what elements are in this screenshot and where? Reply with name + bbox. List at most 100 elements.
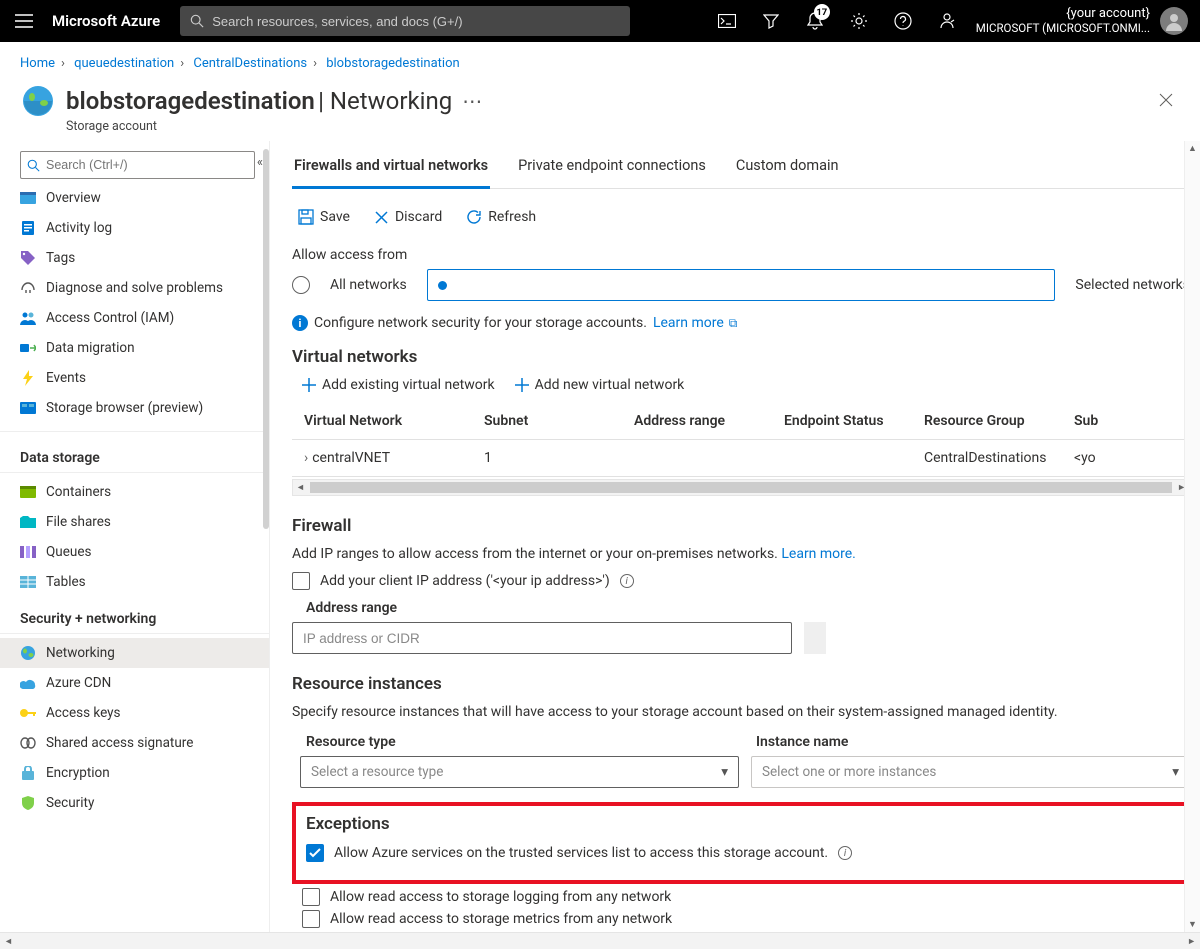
exception-trusted-row: Allow Azure services on the trusted serv… [306, 844, 1176, 862]
sidebar-item-azure-cdn[interactable]: Azure CDN [0, 668, 269, 698]
exception-logging-checkbox[interactable] [302, 888, 320, 906]
instance-name-col: Instance name [756, 734, 1190, 750]
sidebar-item-storage-browser[interactable]: Storage browser (preview) [0, 393, 269, 423]
firewall-learn-more[interactable]: Learn more. [781, 546, 856, 562]
table-horizontal-scrollbar[interactable]: ◄► [292, 479, 1190, 496]
sidebar-item-tags[interactable]: Tags [0, 243, 269, 273]
info-icon[interactable]: i [620, 574, 634, 588]
sidebar-item-diagnose[interactable]: Diagnose and solve problems [0, 273, 269, 303]
global-search-input[interactable] [212, 14, 620, 29]
notifications-icon[interactable]: 17 [794, 0, 836, 42]
tab-private-endpoint[interactable]: Private endpoint connections [516, 147, 708, 188]
console-icon[interactable] [706, 0, 748, 42]
sidebar-item-containers[interactable]: Containers [0, 477, 269, 507]
refresh-button[interactable]: Refresh [460, 205, 542, 229]
tab-firewalls[interactable]: Firewalls and virtual networks [292, 147, 490, 189]
title-row: blobstoragedestination | Networking ⋯ [0, 77, 1200, 121]
exception-metrics-row: Allow read access to storage metrics fro… [302, 910, 1190, 928]
hamburger-icon[interactable] [12, 14, 36, 28]
sidebar-item-access-control[interactable]: Access Control (IAM) [0, 303, 269, 333]
add-existing-vnet[interactable]: Add existing virtual network [302, 377, 495, 393]
table-row[interactable]: ›centralVNET 1 CentralDestinations <yo [292, 440, 1190, 477]
radio-selected-networks[interactable] [427, 269, 1056, 301]
add-client-ip-checkbox[interactable] [292, 572, 310, 590]
chevron-right-icon[interactable]: › [304, 450, 308, 466]
resource-instances-header: Resource instances [292, 674, 1190, 694]
sidebar-item-activity-log[interactable]: Activity log [0, 213, 269, 243]
search-icon [190, 14, 204, 28]
breadcrumb-item[interactable]: queuedestination [74, 56, 174, 71]
sidebar-item-events[interactable]: Events [0, 363, 269, 393]
instance-name-select[interactable]: Select one or more instances▾ [751, 756, 1190, 788]
exception-metrics-label: Allow read access to storage metrics fro… [330, 911, 672, 927]
exception-trusted-checkbox[interactable] [306, 844, 324, 862]
breadcrumb-item[interactable]: blobstoragedestination [326, 56, 459, 71]
radio-all-networks[interactable] [292, 276, 310, 294]
exception-metrics-checkbox[interactable] [302, 910, 320, 928]
exceptions-highlight: Exceptions Allow Azure services on the t… [292, 802, 1190, 884]
close-icon[interactable] [1152, 83, 1180, 119]
vnet-table: Virtual Network Subnet Address range End… [292, 403, 1190, 477]
info-icon[interactable]: i [838, 846, 852, 860]
feedback-icon[interactable] [926, 0, 968, 42]
help-icon[interactable] [882, 0, 924, 42]
firewall-header: Firewall [292, 516, 1190, 536]
networking-icon [20, 645, 36, 661]
add-client-ip-label: Add your client IP address ('<your ip ad… [320, 573, 610, 589]
sidebar-item-data-migration[interactable]: Data migration [0, 333, 269, 363]
firewall-desc: Add IP ranges to allow access from the i… [292, 546, 1190, 562]
resource-type-select[interactable]: Select a resource type▾ [300, 756, 739, 788]
filter-icon[interactable] [750, 0, 792, 42]
save-button[interactable]: Save [292, 205, 356, 229]
lock-icon [20, 765, 36, 781]
vnet-header: Virtual networks [292, 347, 1190, 367]
learn-more-link[interactable]: Learn more ⧉ [653, 315, 737, 331]
settings-icon[interactable] [838, 0, 880, 42]
info-text: Configure network security for your stor… [314, 315, 647, 331]
sidebar-search[interactable] [20, 151, 255, 179]
sidebar-item-networking[interactable]: Networking [0, 638, 269, 668]
address-range-input[interactable] [292, 622, 792, 654]
breadcrumb: Home› queuedestination› CentralDestinati… [0, 42, 1200, 77]
breadcrumb-item[interactable]: CentralDestinations [193, 56, 307, 71]
access-radio-group: All networks Selected networks [292, 269, 1190, 301]
events-icon [20, 370, 36, 386]
global-search[interactable] [180, 6, 630, 36]
cdn-icon [20, 675, 36, 691]
radio-all-label: All networks [330, 277, 407, 293]
sidebar-item-tables[interactable]: Tables [0, 567, 269, 597]
sidebar-scrollbar[interactable] [263, 149, 269, 529]
brand-label: Microsoft Azure [52, 12, 160, 30]
info-icon: i [292, 315, 308, 331]
sidebar-top-group: Overview Activity log Tags Diagnose and … [0, 183, 269, 432]
diagnose-icon [20, 280, 36, 296]
breadcrumb-item[interactable]: Home [20, 56, 55, 71]
add-new-vnet[interactable]: Add new virtual network [515, 377, 685, 393]
page-section: | Networking [318, 87, 452, 115]
more-icon[interactable]: ⋯ [462, 89, 482, 113]
notifications-badge: 17 [814, 4, 830, 20]
tag-icon [20, 250, 36, 266]
sidebar-item-access-keys[interactable]: Access keys [0, 698, 269, 728]
content-vertical-scrollbar[interactable]: ▲▼ [1184, 141, 1200, 932]
sidebar-search-input[interactable] [46, 158, 248, 172]
command-bar: Save Discard Refresh [292, 201, 1190, 243]
tab-custom-domain[interactable]: Custom domain [734, 147, 841, 188]
resource-type-col: Resource type [306, 734, 740, 750]
sidebar-item-overview[interactable]: Overview [0, 183, 269, 213]
window-horizontal-scrollbar[interactable]: ◄► [0, 932, 1200, 949]
add-client-ip-row: Add your client IP address ('<your ip ad… [292, 572, 1190, 590]
overview-icon [20, 190, 36, 206]
chevron-down-icon: ▾ [721, 764, 728, 780]
tabs: Firewalls and virtual networks Private e… [292, 147, 1190, 189]
sidebar-item-security[interactable]: Security [0, 788, 269, 818]
sidebar-item-queues[interactable]: Queues [0, 537, 269, 567]
avatar[interactable] [1160, 7, 1188, 35]
sidebar-item-encryption[interactable]: Encryption [0, 758, 269, 788]
sas-icon [20, 735, 36, 751]
resource-type-label: Storage account [0, 119, 1200, 140]
discard-button[interactable]: Discard [368, 205, 448, 229]
sidebar-item-sas[interactable]: Shared access signature [0, 728, 269, 758]
account-block[interactable]: {your account} MICROSOFT (MICROSOFT.ONMI… [970, 6, 1156, 35]
sidebar-item-file-shares[interactable]: File shares [0, 507, 269, 537]
